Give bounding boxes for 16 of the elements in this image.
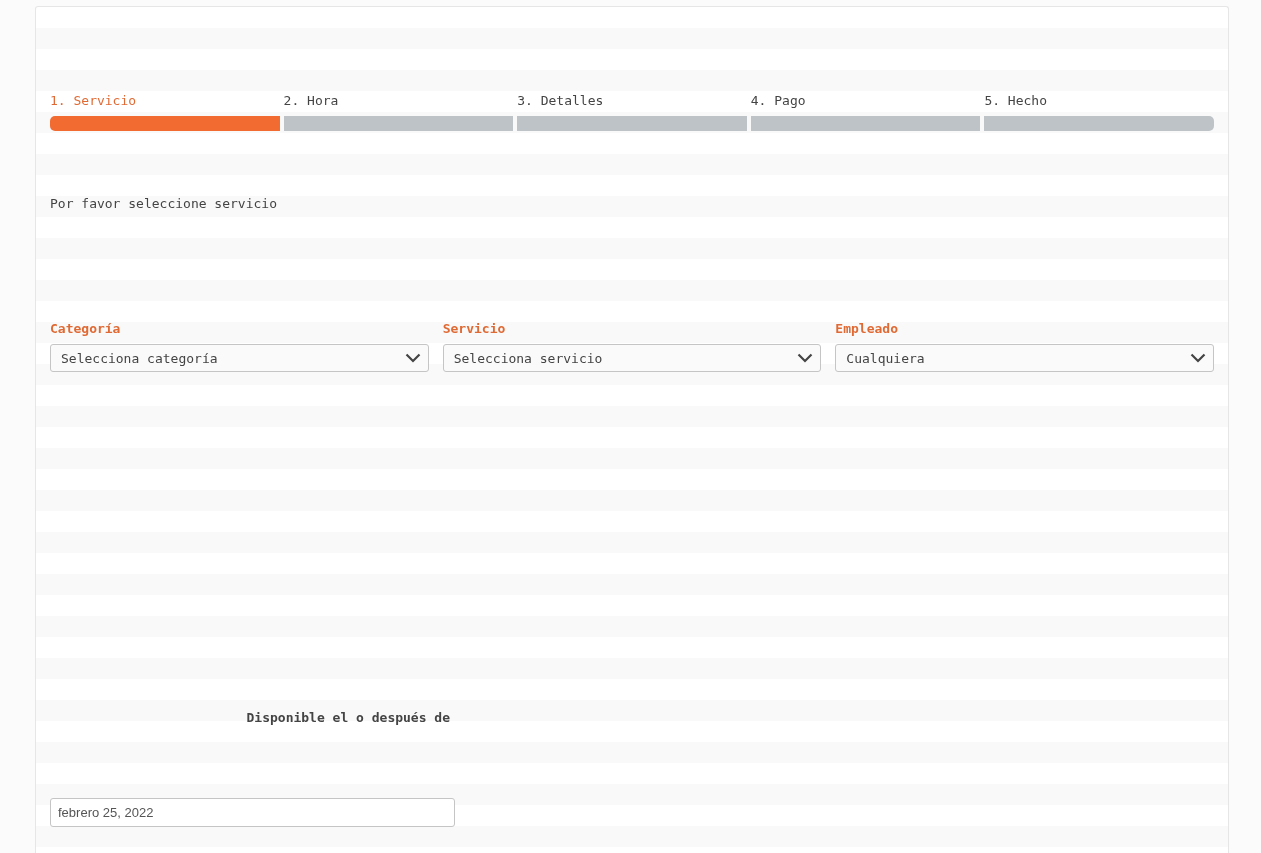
instruction-text: Por favor seleccione servicio xyxy=(50,196,277,212)
field-label: Servicio xyxy=(442,321,506,337)
step-label[interactable]: 3. Detalles xyxy=(517,93,604,109)
chevron-down-icon xyxy=(797,353,814,363)
field-label: Disponible el o después de xyxy=(246,710,450,726)
step-label[interactable]: 5. Hecho xyxy=(984,93,1047,109)
dropdown[interactable]: Selecciona servicio xyxy=(442,344,822,372)
field-label: Categoría xyxy=(50,321,121,337)
chevron-down-icon xyxy=(1190,353,1206,363)
dropdown[interactable]: Selecciona categoría xyxy=(50,344,429,372)
field-label: Empleado xyxy=(835,321,898,337)
date-input[interactable]: febrero 25, 2022 xyxy=(50,798,455,827)
chevron-down-icon xyxy=(404,353,421,363)
step-label[interactable]: 2. Hora xyxy=(283,93,339,109)
dropdown[interactable]: Cualquiera xyxy=(835,344,1214,372)
step-label[interactable]: 4. Pago xyxy=(750,93,806,109)
